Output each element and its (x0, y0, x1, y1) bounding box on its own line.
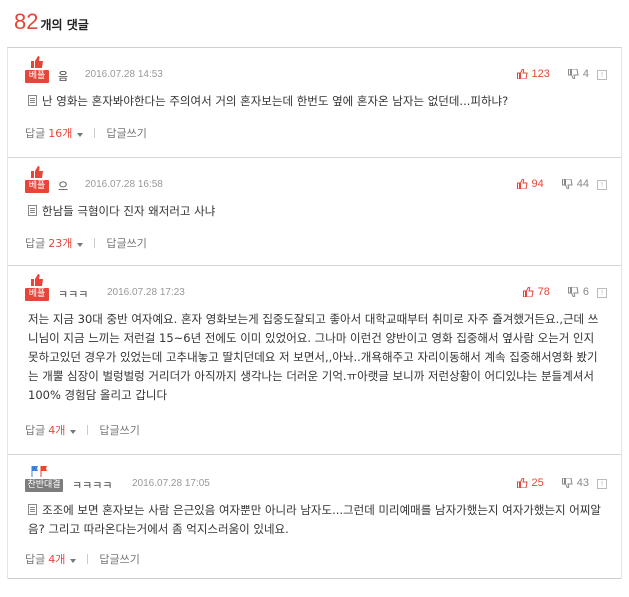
comment-body: 저는 지금 30대 중반 여자예요. 혼자 영화보는게 집중도잘되고 좋아서 대… (28, 310, 603, 405)
document-icon (28, 205, 37, 216)
comment-text: 한남들 극혐이다 진자 왜저러고 사냐 (42, 204, 216, 218)
comment-text: 저는 지금 30대 중반 여자예요. 혼자 영화보는게 집중도잘되고 좋아서 대… (28, 312, 599, 402)
comment-date: 2016.07.28 17:05 (132, 478, 210, 489)
write-reply-button[interactable]: 답글쓰기 (106, 235, 146, 251)
best-badge: 베플 (25, 166, 49, 193)
comment-author[interactable]: ㅋㅋㅋ (58, 286, 88, 302)
versus-badge-label: 찬반대결 (25, 479, 63, 492)
thumbs-up-icon (516, 478, 528, 488)
write-reply-button[interactable]: 답글쓰기 (99, 422, 139, 438)
thumbs-down-icon (567, 69, 579, 79)
comment-text: 조조에 보면 혼자보는 사람 은근있음 여자뿐만 아니라 남자도...그런데 미… (28, 503, 602, 536)
upvote-count: 78 (537, 286, 550, 298)
chevron-down-icon (70, 430, 77, 434)
reply-label: 답글 (25, 127, 46, 140)
comment-actions: 답글 4개 답글쓰기 (25, 551, 140, 567)
thumbs-up-icon (522, 287, 534, 297)
downvote-count: 43 (576, 477, 589, 489)
comment-count-label: 개의 댓글 (40, 18, 89, 32)
flag-icon (31, 466, 47, 477)
downvote-button[interactable]: 44 (561, 178, 589, 190)
reply-label: 답글 (25, 424, 46, 437)
reply-count: 4개 (48, 424, 66, 437)
reply-toggle[interactable]: 답글 16개 (25, 125, 84, 141)
best-badge-label: 베플 (25, 180, 49, 193)
vote-area: 94 44 (516, 178, 589, 190)
document-icon (28, 95, 37, 106)
comment-author[interactable]: ㅋㅋㅋㅋ (72, 477, 112, 493)
reply-count: 23개 (48, 237, 73, 250)
thumbs-down-icon (561, 478, 573, 488)
versus-badge: 찬반대결 (25, 465, 65, 492)
write-reply-button[interactable]: 답글쓰기 (99, 551, 139, 567)
upvote-count: 25 (531, 477, 544, 489)
comment-text: 난 영화는 혼자봐야한다는 주의여서 거의 혼자보는데 한번도 옆에 혼자온 남… (42, 94, 509, 108)
comment-date: 2016.07.28 16:58 (85, 179, 163, 190)
chevron-down-icon (70, 559, 77, 563)
report-icon[interactable]: ! (597, 479, 607, 489)
report-icon[interactable]: ! (597, 70, 607, 80)
upvote-count: 123 (531, 68, 550, 80)
comment-count: 82 (14, 9, 39, 34)
best-badge: 베플 (25, 274, 49, 301)
downvote-count: 44 (576, 178, 589, 190)
divider (94, 128, 96, 138)
comment-actions: 답글 16개 답글쓰기 (25, 125, 147, 141)
comment-body: 난 영화는 혼자봐야한다는 주의여서 거의 혼자보는데 한번도 옆에 혼자온 남… (28, 92, 603, 111)
reply-label: 답글 (25, 553, 46, 566)
comments-header: 82 개의 댓글 (14, 9, 89, 39)
vote-area: 25 43 (516, 477, 589, 489)
best-badge-label: 베플 (25, 70, 49, 83)
report-icon[interactable]: ! (597, 180, 607, 190)
comment-actions: 답글 4개 답글쓰기 (25, 422, 140, 438)
document-icon (28, 504, 37, 515)
reply-label: 답글 (25, 237, 46, 250)
report-icon[interactable]: ! (597, 288, 607, 298)
downvote-button[interactable]: 4 (567, 68, 589, 80)
thumbs-up-icon (31, 56, 43, 68)
write-reply-button[interactable]: 답글쓰기 (106, 125, 146, 141)
comment-author[interactable]: 으 (58, 178, 68, 194)
downvote-count: 6 (582, 286, 589, 298)
comment-author[interactable]: 음 (58, 68, 68, 84)
thumbs-up-icon (31, 166, 43, 178)
comment-item: 베플 음 2016.07.28 14:53 123 4 ! 난 영화는 혼자봐야… (8, 48, 621, 158)
downvote-button[interactable]: 6 (567, 286, 589, 298)
upvote-button[interactable]: 123 (516, 68, 550, 80)
vote-area: 78 6 (522, 286, 589, 298)
upvote-button[interactable]: 25 (516, 477, 544, 489)
comment-body: 조조에 보면 혼자보는 사람 은근있음 여자뿐만 아니라 남자도...그런데 미… (28, 501, 603, 539)
divider (87, 425, 89, 435)
vote-area: 123 4 (516, 68, 589, 80)
upvote-count: 94 (531, 178, 544, 190)
comment-date: 2016.07.28 17:23 (107, 287, 185, 298)
downvote-count: 4 (582, 68, 589, 80)
comment-item: 베플 ㅋㅋㅋ 2016.07.28 17:23 78 6 ! 저는 지금 30대… (8, 266, 621, 455)
divider (87, 554, 89, 564)
divider (94, 238, 96, 248)
comment-body: 한남들 극혐이다 진자 왜저러고 사냐 (28, 202, 603, 221)
best-badge-label: 베플 (25, 288, 49, 301)
reply-toggle[interactable]: 답글 4개 (25, 551, 77, 567)
thumbs-down-icon (561, 179, 573, 189)
comment-item: 베플 으 2016.07.28 16:58 94 44 ! 한남들 극혐이다 진… (8, 158, 621, 266)
reply-count: 16개 (48, 127, 73, 140)
reply-toggle[interactable]: 답글 4개 (25, 422, 77, 438)
upvote-button[interactable]: 78 (522, 286, 550, 298)
thumbs-up-icon (516, 69, 528, 79)
comment-list: 베플 음 2016.07.28 14:53 123 4 ! 난 영화는 혼자봐야… (7, 47, 622, 579)
reply-toggle[interactable]: 답글 23개 (25, 235, 84, 251)
downvote-button[interactable]: 43 (561, 477, 589, 489)
comment-item: 찬반대결 ㅋㅋㅋㅋ 2016.07.28 17:05 25 43 ! 조조에 보… (8, 455, 621, 579)
comment-actions: 답글 23개 답글쓰기 (25, 235, 147, 251)
chevron-down-icon (77, 243, 84, 247)
reply-count: 4개 (48, 553, 66, 566)
thumbs-down-icon (567, 287, 579, 297)
upvote-button[interactable]: 94 (516, 178, 544, 190)
comment-date: 2016.07.28 14:53 (85, 69, 163, 80)
thumbs-up-icon (31, 274, 43, 286)
thumbs-up-icon (516, 179, 528, 189)
best-badge: 베플 (25, 56, 49, 83)
chevron-down-icon (77, 133, 84, 137)
